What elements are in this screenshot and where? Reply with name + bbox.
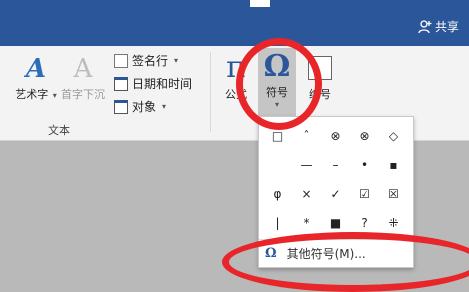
calendar-icon — [114, 76, 128, 91]
share-button[interactable]: 共享 — [418, 18, 459, 35]
symbol-cell[interactable]: ▪ — [379, 150, 408, 179]
signature-line-button[interactable]: 签名行 ▾ — [114, 52, 178, 69]
object-label: 对象 — [132, 100, 157, 114]
symbol-cell[interactable] — [263, 150, 292, 179]
title-bar: 共享 — [0, 0, 469, 46]
symbol-cell[interactable]: ✓ — [321, 179, 350, 208]
signature-line-label: 签名行 — [132, 54, 169, 68]
wordart-button[interactable]: A 艺术字 ▾ — [14, 52, 58, 102]
annotation-circle-more-symbols — [222, 232, 469, 292]
symbol-cell[interactable]: φ — [263, 179, 292, 208]
signature-icon — [114, 53, 128, 68]
dropcap-label: 首字下沉 — [61, 88, 105, 101]
symbol-grid: □ ˆ ⊗ ⊗ ◇ — – • ▪ φ × ✓ ☑ ☒ | * ■ ? ⁜ — [263, 121, 408, 237]
object-icon — [114, 99, 128, 114]
symbol-cell[interactable]: × — [292, 179, 321, 208]
symbol-cell[interactable]: ☑ — [350, 179, 379, 208]
object-button[interactable]: 对象 ▾ — [114, 98, 166, 115]
chevron-down-icon: ▾ — [174, 56, 179, 65]
symbol-cell[interactable]: ⊗ — [321, 121, 350, 150]
dropcap-button[interactable]: A 首字下沉 — [58, 52, 108, 102]
group-separator — [210, 52, 211, 132]
wordart-label: 艺术字 — [15, 88, 49, 101]
annotation-circle-symbol — [236, 38, 322, 130]
symbol-cell[interactable]: – — [321, 150, 350, 179]
text-group-label: 文本 — [48, 124, 70, 137]
symbol-cell[interactable]: — — [292, 150, 321, 179]
symbol-cell[interactable]: ⊗ — [350, 121, 379, 150]
title-notch — [250, 0, 270, 7]
add-person-icon — [418, 19, 432, 33]
wordart-icon: A — [25, 54, 47, 84]
chevron-down-icon: ▾ — [52, 91, 57, 100]
symbol-cell[interactable]: ☒ — [379, 179, 408, 208]
share-label: 共享 — [434, 20, 459, 34]
chevron-down-icon: ▾ — [162, 102, 167, 111]
symbol-cell[interactable]: • — [350, 150, 379, 179]
symbol-cell[interactable]: | — [263, 208, 292, 237]
dropcap-icon: A — [73, 54, 93, 84]
date-time-button[interactable]: 日期和时间 — [114, 75, 192, 92]
symbol-cell[interactable]: ◇ — [379, 121, 408, 150]
date-time-label: 日期和时间 — [132, 77, 193, 91]
